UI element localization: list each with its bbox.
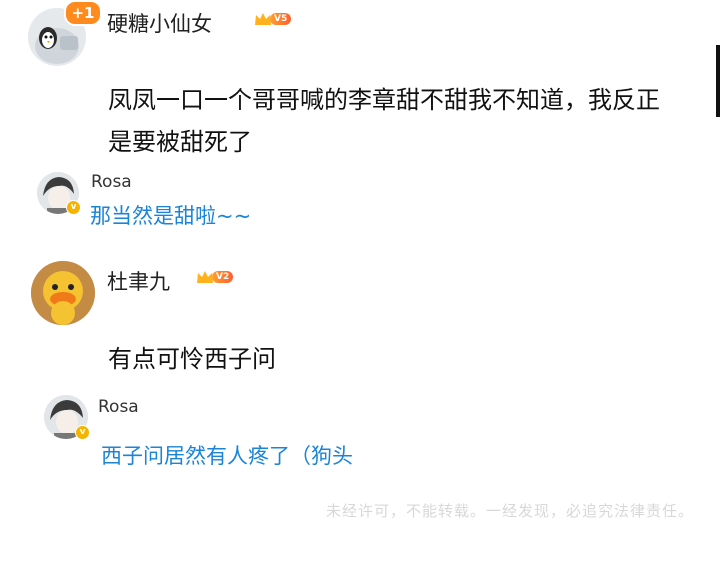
vip-badge: V2 <box>196 270 234 284</box>
vip-level: V2 <box>212 271 234 283</box>
avatar[interactable] <box>31 261 95 325</box>
reply-username[interactable]: Rosa <box>91 172 132 192</box>
like-plus-one-badge: +1 <box>64 0 102 26</box>
scroll-edge-divider <box>716 45 720 117</box>
verified-icon: v <box>66 200 81 215</box>
verified-icon: v <box>75 425 90 440</box>
reply-username[interactable]: Rosa <box>98 397 139 417</box>
comment-username[interactable]: 硬糖小仙女 <box>107 8 212 38</box>
duck-avatar-icon <box>31 261 95 325</box>
vip-badge: V5 <box>254 12 292 26</box>
vip-level: V5 <box>270 13 292 25</box>
comment-text: 有点可怜西子问 <box>108 345 276 373</box>
comment-text: 凤凤一口一个哥哥喊的李章甜不甜我不知道，我反正是要被甜死了 <box>108 86 660 156</box>
reply-text: 西子问居然有人疼了（狗头 <box>101 444 353 468</box>
crown-icon <box>196 270 214 284</box>
copyright-watermark: 未经许可，不能转载。一经发现，必追究法律责任。 <box>325 502 694 520</box>
comment-username[interactable]: 杜聿九 <box>107 266 170 296</box>
crown-icon <box>254 12 272 26</box>
reply-text: 那当然是甜啦~~ <box>90 204 252 228</box>
